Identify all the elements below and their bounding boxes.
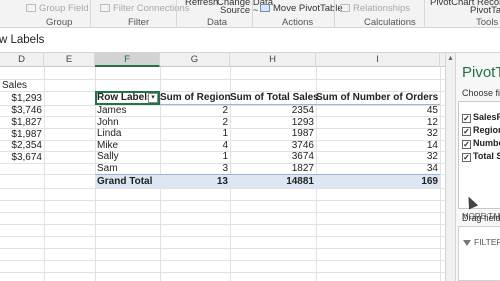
sales-value-cell[interactable]: $1,827 (0, 117, 42, 129)
pivot-orders-cell[interactable]: 32 (316, 151, 438, 163)
gridline (0, 79, 445, 80)
pivot-row-label[interactable]: Sam (97, 163, 118, 175)
sales-value-cell[interactable]: $3,674 (0, 152, 42, 164)
filter-icon (463, 240, 471, 246)
calculations-group-label: Calculations (364, 17, 416, 28)
column-headers: D E F G H I (0, 53, 445, 67)
ribbon-separator (424, 0, 425, 27)
gridline (0, 272, 445, 273)
column-header-e[interactable]: E (44, 53, 95, 67)
gridline (0, 260, 445, 261)
checkbox-checked-icon[interactable]: ✓ (462, 153, 471, 162)
ribbon-separator (90, 0, 91, 27)
pivot-sales-cell[interactable]: 1827 (230, 163, 314, 175)
filter-connections-icon (100, 4, 110, 12)
sales-value-cell[interactable]: $3,746 (0, 105, 42, 117)
ribbon-separator (176, 0, 177, 27)
pivot-region-cell[interactable]: 3 (160, 163, 228, 175)
gridline (0, 200, 445, 201)
field-item[interactable]: ✓SalesRe (462, 112, 500, 124)
pivot-orders-cell[interactable]: 45 (316, 105, 438, 117)
move-pivottable-button[interactable]: Move PivotTable (260, 3, 343, 14)
filter-group-label: Filter (128, 17, 150, 28)
checkbox-checked-icon[interactable]: ✓ (462, 127, 471, 136)
grand-total-label[interactable]: Grand Total (97, 176, 152, 188)
data-group-label: Data (207, 17, 228, 28)
formula-bar[interactable]: w Labels (0, 28, 500, 53)
sales-value-cell[interactable]: $2,354 (0, 140, 42, 152)
relationships-button[interactable]: Relationships (340, 3, 410, 14)
pivot-orders-cell[interactable]: 34 (316, 163, 438, 175)
group-field-icon (26, 4, 36, 12)
pane-title: PivotTa (462, 64, 500, 81)
column-header-d[interactable]: D (0, 53, 44, 67)
pivot-sales-cell[interactable]: 2354 (230, 105, 314, 117)
column-header-h[interactable]: H (230, 53, 316, 67)
vertical-scrollbar[interactable]: ▲ (445, 53, 456, 281)
gridline (0, 212, 445, 213)
choose-fields-label: Choose fiel (462, 88, 500, 98)
grand-total-region[interactable]: 13 (160, 176, 228, 188)
filters-area[interactable]: FILTERS (458, 226, 500, 281)
sales-header-cell[interactable]: Sales (2, 80, 42, 92)
actions-group-label: Actions (282, 17, 314, 28)
field-item[interactable]: ✓Region (462, 125, 500, 137)
sum-of-region-header[interactable]: Sum of Region (160, 92, 231, 104)
formula-bar-content[interactable]: w Labels (0, 34, 44, 46)
group-field-button[interactable]: Group Field (26, 3, 89, 14)
pivot-row-label[interactable]: Linda (97, 128, 121, 140)
column-header-i[interactable]: I (316, 53, 440, 67)
group-group-label: Group (46, 17, 73, 28)
sum-of-number-of-orders-header[interactable]: Sum of Number of Orders (316, 92, 438, 104)
ribbon-separator (334, 0, 335, 27)
recommended-pivottables-button[interactable]: PivotTa (470, 5, 500, 16)
move-pivottable-icon (260, 4, 270, 12)
pivot-row-label[interactable]: James (97, 105, 126, 117)
pivot-region-cell[interactable]: 1 (160, 128, 228, 140)
relationships-icon (340, 4, 350, 12)
sales-value-cell[interactable]: $1,293 (0, 93, 42, 105)
pivottable-fields-pane: PivotTa Choose fiel ✓SalesRe ✓Region ✓Nu… (456, 53, 500, 281)
field-list[interactable]: ✓SalesRe ✓Region ✓Numbe ✓Total Sa MORE T… (458, 101, 500, 221)
grand-total-sales[interactable]: 14881 (230, 176, 314, 188)
tools-group-label: Tools (476, 17, 499, 28)
field-item[interactable]: ✓Total Sa (462, 151, 500, 163)
pivot-sales-cell[interactable]: 1987 (230, 128, 314, 140)
column-header-g[interactable]: G (160, 53, 230, 67)
filters-label: FILTERS (463, 237, 500, 247)
ribbon-separator (252, 0, 253, 27)
scroll-up-arrow-icon[interactable]: ▲ (447, 55, 454, 62)
pivot-orders-cell[interactable]: 32 (316, 128, 438, 140)
gridline (0, 224, 445, 225)
worksheet-grid[interactable]: D E F G H I Sales $1,293 $3,746 $1,827 $… (0, 53, 445, 281)
field-item[interactable]: ✓Numbe (462, 138, 500, 150)
gridline (0, 248, 445, 249)
column-header-f[interactable]: F (95, 53, 160, 67)
gridline (0, 188, 445, 189)
grand-total-orders[interactable]: 169 (316, 176, 438, 188)
pivot-sales-cell[interactable]: 3674 (230, 151, 314, 163)
pivot-region-cell[interactable]: 1 (160, 151, 228, 163)
selected-cell-f[interactable] (95, 91, 160, 105)
pivot-region-cell[interactable]: 2 (160, 105, 228, 117)
drag-fields-label: Drag fields (462, 213, 500, 223)
refresh-button[interactable]: Refresh (185, 0, 218, 8)
ribbon: Group Field Group Filter Connections Fil… (0, 0, 500, 28)
pivot-row-label[interactable]: Sally (97, 151, 119, 163)
gridline (0, 236, 445, 237)
checkbox-checked-icon[interactable]: ✓ (462, 140, 471, 149)
sum-of-total-sales-header[interactable]: Sum of Total Sales (230, 92, 319, 104)
checkbox-checked-icon[interactable]: ✓ (462, 114, 471, 123)
